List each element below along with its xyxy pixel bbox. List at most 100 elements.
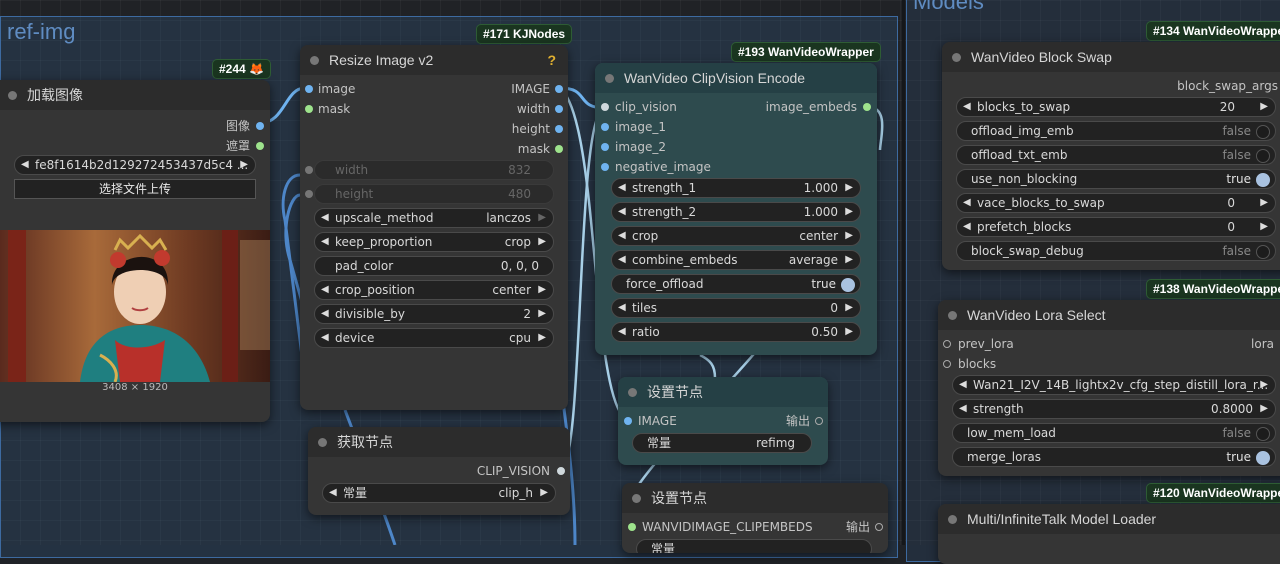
set-node-header[interactable]: 设置节点 <box>622 483 888 513</box>
crop-select[interactable]: ◀ crop center ▶ <box>611 226 861 246</box>
collapse-dot-icon[interactable] <box>605 73 614 83</box>
collapse-dot-icon[interactable] <box>318 437 327 447</box>
get-node[interactable]: 获取节点 CLIP_VISION ◀ 常量 clip_h ▶ <box>308 427 570 515</box>
output-clip-vision-socket[interactable] <box>557 467 565 475</box>
output-socket[interactable] <box>815 417 823 425</box>
arrow-left-icon[interactable]: ◀ <box>21 156 29 174</box>
input-clipembeds-socket[interactable] <box>628 523 636 531</box>
collapse-dot-icon[interactable] <box>628 387 637 397</box>
arrow-left-icon[interactable]: ◀ <box>963 194 971 212</box>
arrow-left-icon[interactable]: ◀ <box>618 179 626 197</box>
arrow-left-icon[interactable]: ◀ <box>618 323 626 341</box>
input-image-socket[interactable] <box>305 85 313 93</box>
use-non-blocking-toggle[interactable]: use_non_blocking true <box>956 169 1276 189</box>
arrow-right-icon[interactable]: ▶ <box>845 323 853 341</box>
output-mask-socket[interactable] <box>256 142 264 150</box>
output-image-socket[interactable] <box>256 122 264 130</box>
arrow-right-icon[interactable]: ▶ <box>845 227 853 245</box>
collapse-dot-icon[interactable] <box>948 514 957 524</box>
constant-field[interactable]: 常量 <box>636 539 872 553</box>
vace-blocks-to-swap-stepper[interactable]: ◀ vace_blocks_to_swap 0 ▶ <box>956 193 1276 213</box>
load-image-node[interactable]: 加载图像 图像 遮罩 ◀ fe8f1614b2d129272453437d5c4… <box>0 80 270 422</box>
height-widget[interactable]: height 480 <box>314 184 554 204</box>
block-swap-header[interactable]: WanVideo Block Swap <box>942 42 1280 72</box>
upscale-method-select[interactable]: ◀ upscale_method lanczos ▶ <box>314 208 554 228</box>
file-select[interactable]: ◀ fe8f1614b2d129272453437d5c4 ... ▶ <box>14 155 256 175</box>
arrow-left-icon[interactable]: ◀ <box>963 98 971 116</box>
arrow-right-icon[interactable]: ▶ <box>538 209 546 227</box>
help-icon[interactable]: ? <box>547 52 556 68</box>
upload-button[interactable]: 选择文件上传 <box>14 179 256 199</box>
multitalk-loader-node[interactable]: Multi/InfiniteTalk Model Loader <box>938 504 1280 564</box>
offload-txt-emb-toggle[interactable]: offload_txt_emb false <box>956 145 1276 165</box>
arrow-right-icon[interactable]: ▶ <box>538 305 546 323</box>
lora-file-select[interactable]: ◀ Wan21_I2V_14B_lightx2v_cfg_step_distill… <box>952 375 1276 395</box>
arrow-right-icon[interactable]: ▶ <box>1260 400 1268 418</box>
block-swap-debug-toggle[interactable]: block_swap_debug false <box>956 241 1276 261</box>
input-prev-lora-socket[interactable] <box>943 340 951 348</box>
input-blocks-socket[interactable] <box>943 360 951 368</box>
load-image-header[interactable]: 加载图像 <box>0 80 270 110</box>
arrow-right-icon[interactable]: ▶ <box>845 251 853 269</box>
output-image-embeds-socket[interactable] <box>863 103 871 111</box>
arrow-right-icon[interactable]: ▶ <box>540 484 548 502</box>
resize-header[interactable]: Resize Image v2 ? <box>300 45 568 75</box>
collapse-dot-icon[interactable] <box>632 493 641 503</box>
divisible-by-stepper[interactable]: ◀ divisible_by 2 ▶ <box>314 304 554 324</box>
input-image-2-socket[interactable] <box>601 143 609 151</box>
strength-1-stepper[interactable]: ◀ strength_1 1.000 ▶ <box>611 178 861 198</box>
input-height-socket[interactable] <box>305 190 313 198</box>
force-offload-toggle[interactable]: force_offload true <box>611 274 861 294</box>
output-socket[interactable] <box>875 523 883 531</box>
multitalk-header[interactable]: Multi/InfiniteTalk Model Loader <box>938 504 1280 534</box>
resize-image-node[interactable]: Resize Image v2 ? image mask IMAGE width… <box>300 45 568 410</box>
arrow-right-icon[interactable]: ▶ <box>1260 376 1268 394</box>
arrow-right-icon[interactable]: ▶ <box>240 156 248 174</box>
width-widget[interactable]: width 832 <box>314 160 554 180</box>
strength-stepper[interactable]: ◀ strength 0.8000 ▶ <box>952 399 1276 419</box>
input-image-1-socket[interactable] <box>601 123 609 131</box>
arrow-left-icon[interactable]: ◀ <box>618 299 626 317</box>
arrow-right-icon[interactable]: ▶ <box>845 299 853 317</box>
input-negative-image-socket[interactable] <box>601 163 609 171</box>
input-mask-socket[interactable] <box>305 105 313 113</box>
combine-embeds-select[interactable]: ◀ combine_embeds average ▶ <box>611 250 861 270</box>
output-height-socket[interactable] <box>555 125 563 133</box>
lora-select-header[interactable]: WanVideo Lora Select ? <box>938 300 1280 330</box>
output-image-socket[interactable] <box>555 85 563 93</box>
merge-loras-toggle[interactable]: merge_loras true <box>952 447 1276 467</box>
low-mem-load-toggle[interactable]: low_mem_load false <box>952 423 1276 443</box>
collapse-dot-icon[interactable] <box>8 90 17 100</box>
arrow-right-icon[interactable]: ▶ <box>1260 218 1268 236</box>
arrow-left-icon[interactable]: ◀ <box>963 218 971 236</box>
arrow-right-icon[interactable]: ▶ <box>1260 194 1268 212</box>
arrow-right-icon[interactable]: ▶ <box>845 203 853 221</box>
constant-select[interactable]: ◀ 常量 clip_h ▶ <box>322 483 556 503</box>
prefetch-blocks-stepper[interactable]: ◀ prefetch_blocks 0 ▶ <box>956 217 1276 237</box>
offload-img-emb-toggle[interactable]: offload_img_emb false <box>956 121 1276 141</box>
arrow-left-icon[interactable]: ◀ <box>321 305 329 323</box>
collapse-dot-icon[interactable] <box>310 55 319 65</box>
pad-color-field[interactable]: pad_color 0, 0, 0 <box>314 256 554 276</box>
device-select[interactable]: ◀ device cpu ▶ <box>314 328 554 348</box>
arrow-left-icon[interactable]: ◀ <box>321 281 329 299</box>
collapse-dot-icon[interactable] <box>952 52 961 62</box>
arrow-left-icon[interactable]: ◀ <box>959 400 967 418</box>
tiles-stepper[interactable]: ◀ tiles 0 ▶ <box>611 298 861 318</box>
arrow-right-icon[interactable]: ▶ <box>538 233 546 251</box>
collapse-dot-icon[interactable] <box>948 310 957 320</box>
crop-position-select[interactable]: ◀ crop_position center ▶ <box>314 280 554 300</box>
arrow-left-icon[interactable]: ◀ <box>618 251 626 269</box>
get-node-header[interactable]: 获取节点 <box>308 427 570 457</box>
set-node-refimg[interactable]: 设置节点 IMAGE 输出 常量 refimg <box>618 377 828 465</box>
arrow-left-icon[interactable]: ◀ <box>618 227 626 245</box>
clipvision-encode-node[interactable]: WanVideo ClipVision Encode clip_vision i… <box>595 63 877 355</box>
ratio-stepper[interactable]: ◀ ratio 0.50 ▶ <box>611 322 861 342</box>
set-node-header[interactable]: 设置节点 <box>618 377 828 407</box>
input-width-socket[interactable] <box>305 166 313 174</box>
arrow-left-icon[interactable]: ◀ <box>321 233 329 251</box>
arrow-left-icon[interactable]: ◀ <box>321 329 329 347</box>
arrow-right-icon[interactable]: ▶ <box>1260 98 1268 116</box>
arrow-right-icon[interactable]: ▶ <box>538 329 546 347</box>
arrow-right-icon[interactable]: ▶ <box>845 179 853 197</box>
